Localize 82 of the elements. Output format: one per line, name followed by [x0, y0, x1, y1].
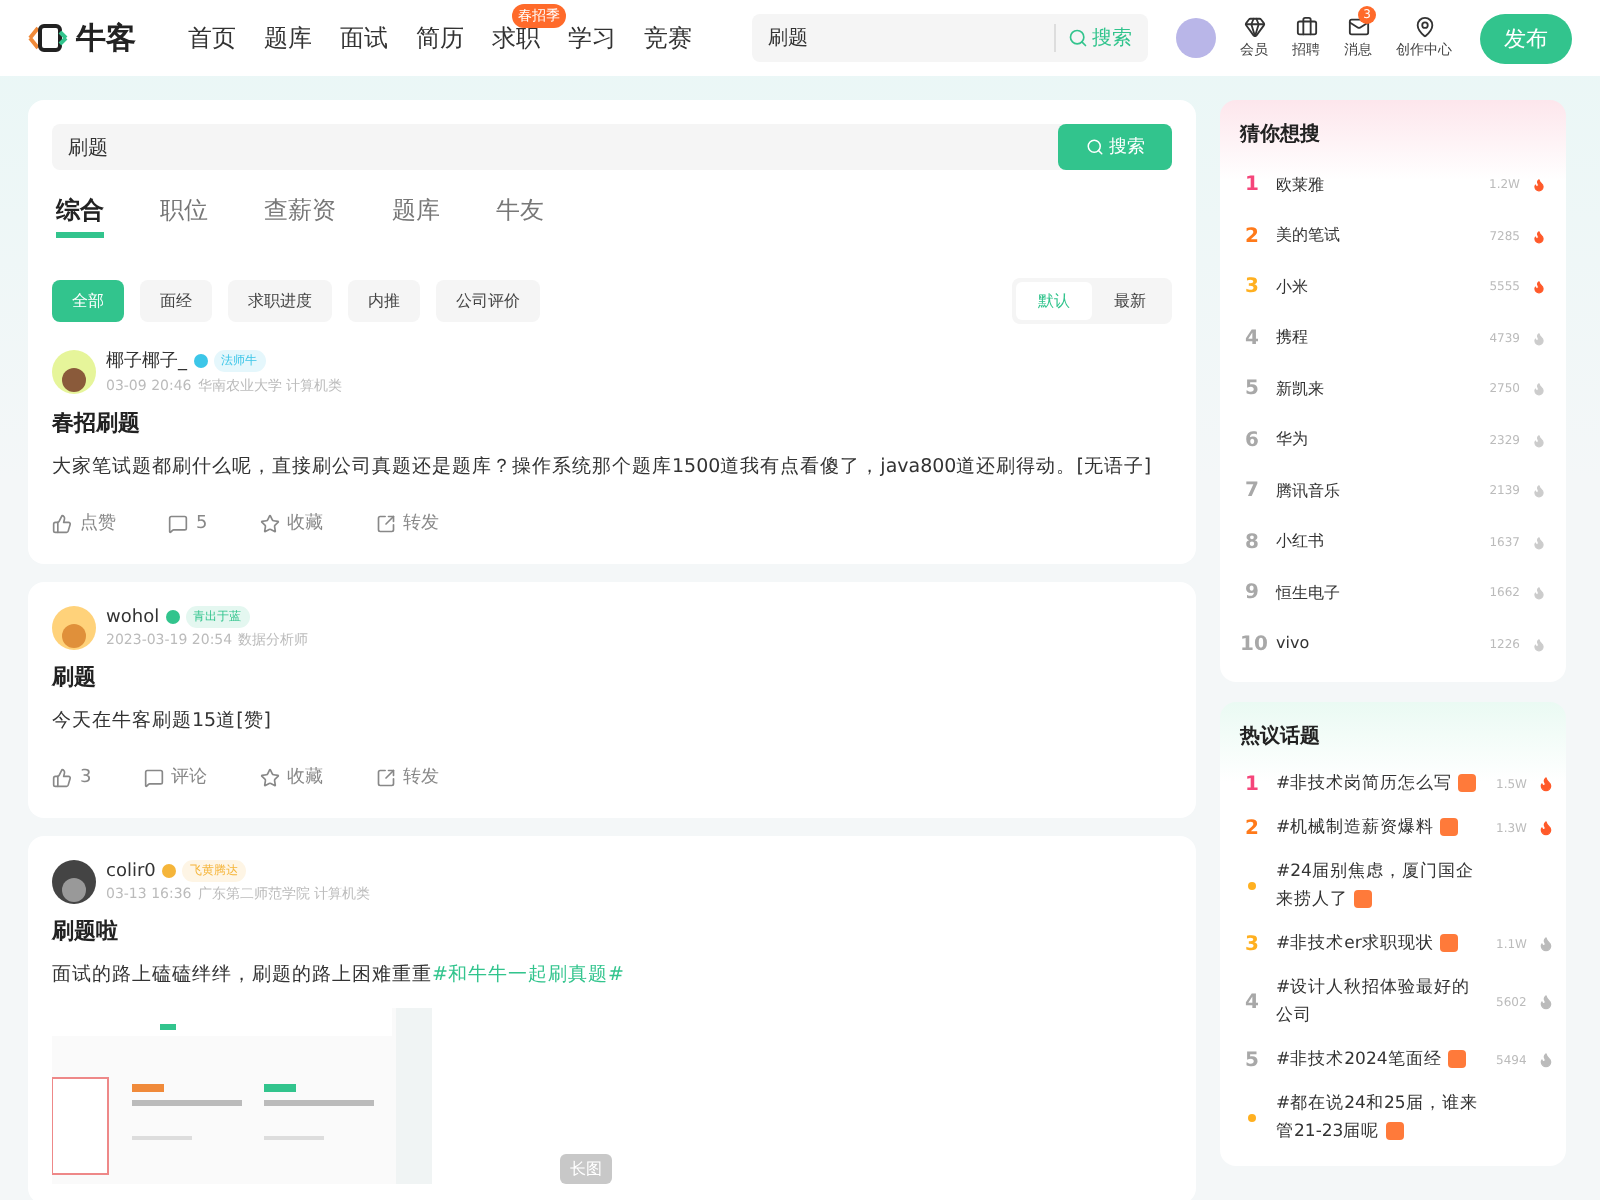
nav-link[interactable]: 题库: [264, 21, 312, 55]
map-pin-icon: [1413, 16, 1435, 38]
panel-title: 猜你想搜: [1240, 121, 1322, 148]
post-title[interactable]: 春招刷题: [52, 408, 1172, 438]
filter-chip[interactable]: 公司评价: [436, 280, 540, 322]
post-title[interactable]: 刷题: [52, 662, 1172, 692]
rank-number: 5: [1243, 1049, 1261, 1071]
star-icon: [259, 513, 280, 533]
topic-title: #机械制造薪资爆料: [1276, 814, 1484, 842]
post-action[interactable]: 转发: [375, 764, 440, 790]
author-name[interactable]: 椰子椰子_: [106, 348, 187, 374]
topic-title: #设计人秋招体验最好的公司: [1276, 976, 1473, 1030]
briefcase-icon: [1295, 16, 1317, 38]
filter-chip[interactable]: 面经: [140, 280, 212, 322]
nav-link[interactable]: 竞赛: [644, 21, 692, 55]
filter-chip[interactable]: 内推: [348, 280, 420, 322]
nav-link[interactable]: 学习: [568, 21, 616, 55]
logo-icon: [28, 22, 68, 54]
user-avatar[interactable]: [1176, 18, 1216, 58]
search-icon: [1085, 138, 1103, 156]
tab[interactable]: 综合: [56, 194, 104, 238]
author-name[interactable]: wohol: [106, 607, 160, 627]
post-action[interactable]: 5: [168, 510, 208, 536]
topic-title: #非技术2024笔面经: [1276, 1046, 1484, 1074]
rank-number: 7: [1243, 480, 1261, 503]
tab[interactable]: 题库: [392, 194, 440, 238]
rank-number: 3: [1243, 933, 1261, 955]
nav-link[interactable]: 面试: [340, 21, 388, 55]
thumbs-up-icon: [52, 767, 72, 787]
post-action[interactable]: 转发: [375, 510, 440, 536]
topic-item[interactable]: #24届别焦虑，厦门国企来捞人了: [1240, 850, 1546, 922]
post-action[interactable]: 3: [52, 764, 92, 790]
filter-chip[interactable]: 求职进度: [228, 280, 332, 322]
nav-link[interactable]: 简历: [416, 21, 464, 55]
post-title[interactable]: 刷题啦: [52, 916, 1172, 946]
author-name[interactable]: colir0: [106, 861, 156, 881]
rank-number: 1: [1243, 773, 1261, 795]
thumbs-up-icon: [52, 513, 72, 533]
logo-text[interactable]: 牛客: [76, 19, 136, 57]
post-body: 今天在牛客刷题15道[赞]: [52, 708, 274, 736]
search-icon: [1068, 28, 1088, 48]
star-icon: [259, 767, 280, 787]
rank-number: 6: [1243, 429, 1261, 452]
panel-title: 热议话题: [1240, 723, 1322, 750]
topic-title: #非技术岗简历怎么写: [1276, 770, 1484, 798]
topic-title: #非技术er求职现状: [1276, 930, 1484, 958]
post-body: 面试的路上磕磕绊绊，刷题的路上困难重重#和牛牛一起刷真题#: [52, 962, 626, 990]
rank-number: 4: [1243, 327, 1261, 350]
search-field[interactable]: 刷题 搜索: [52, 124, 1172, 170]
rank-number: 2: [1243, 817, 1261, 839]
rank-number: 4: [1243, 991, 1261, 1013]
share-icon: [375, 767, 396, 787]
post-body: 大家笔试题都刷什么呢，直接刷公司真题还是题库？操作系统那个题库1500道我有点看傻了，java800道还刷得动。[无语子]: [52, 454, 1154, 482]
rank-number: 3: [1243, 276, 1261, 299]
post-action[interactable]: 点赞: [52, 510, 116, 536]
avatar: [52, 606, 96, 650]
post-action[interactable]: 收藏: [259, 764, 324, 790]
nav-link[interactable]: 首页: [188, 21, 236, 55]
tab[interactable]: 职位: [160, 194, 208, 238]
search-field[interactable]: 刷题 搜索: [752, 14, 1148, 62]
tab[interactable]: 查薪资: [264, 194, 336, 238]
post-action[interactable]: 收藏: [259, 510, 324, 536]
rank-number: 10: [1240, 633, 1264, 656]
avatar: [52, 350, 96, 394]
rank-number: 8: [1243, 531, 1261, 554]
tab[interactable]: 牛友: [496, 194, 544, 238]
comment-icon: [143, 767, 164, 787]
avatar: [52, 860, 96, 904]
topic-item[interactable]: #都在说24和25届，谁来管21-23届呢: [1240, 1082, 1546, 1154]
sort-option[interactable]: 最新: [1092, 282, 1168, 320]
rank-number: 1: [1243, 174, 1261, 197]
rank-number: 2: [1243, 225, 1261, 248]
topic-title: #24届别焦虑，厦门国企来捞人了: [1276, 859, 1476, 914]
share-icon: [375, 513, 396, 533]
post-action[interactable]: 评论: [143, 764, 208, 790]
envelope-icon: [1347, 16, 1369, 38]
rank-number: 5: [1243, 378, 1261, 401]
gem-icon: [1243, 16, 1265, 38]
topic-title: #都在说24和25届，谁来管21-23届呢: [1276, 1092, 1480, 1146]
comment-icon: [168, 513, 188, 533]
nav-link[interactable]: 求职: [492, 21, 540, 55]
rank-number: 9: [1243, 582, 1261, 605]
